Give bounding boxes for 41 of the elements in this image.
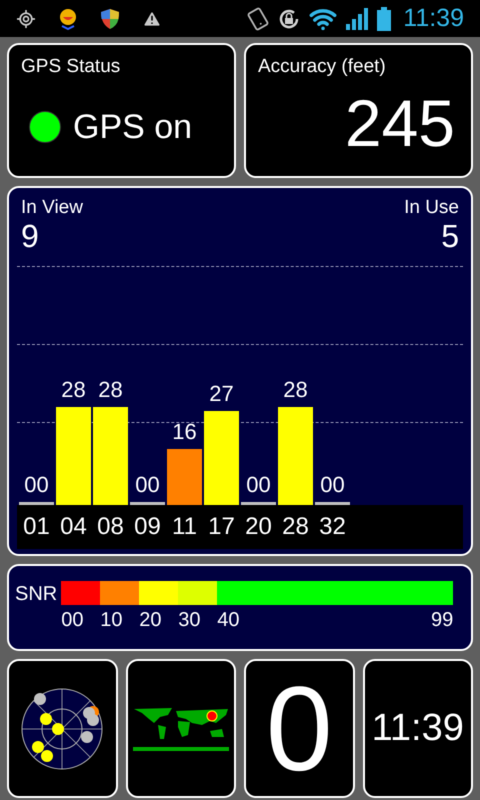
snr-value: 00 [246, 474, 271, 496]
satellite-id: 11 [171, 512, 198, 542]
satellite-id: 04 [59, 512, 88, 542]
snr-value: 00 [135, 474, 160, 496]
in-view-count: 9 [21, 220, 40, 252]
clock-time: 11:39 [372, 706, 464, 751]
satellite-id: 32 [318, 512, 347, 542]
snr-value: 28 [61, 379, 86, 401]
count-value: 0 [266, 668, 333, 788]
snr-value: 00 [24, 474, 49, 496]
satellite-id: 17 [207, 512, 236, 542]
status-time: 11:39 [403, 2, 464, 34]
satellite-id: 08 [96, 512, 125, 542]
snr-value: 27 [209, 382, 234, 404]
shield-icon [100, 8, 120, 30]
accuracy-value: 245 [344, 90, 455, 156]
satellite-id: 20 [244, 512, 273, 542]
snr-scale-label: 10 [100, 609, 122, 631]
snr-value: 00 [320, 474, 345, 496]
in-view-label: In View [21, 196, 83, 220]
gps-icon [16, 8, 36, 28]
satellite-id: 09 [133, 512, 162, 542]
battery-icon [377, 6, 392, 30]
snr-value: 28 [283, 379, 308, 401]
accuracy-title: Accuracy (feet) [258, 55, 387, 79]
satellite-id: 01 [22, 512, 51, 542]
snr-value: 16 [172, 421, 197, 443]
gps-status-text: GPS on [73, 106, 192, 148]
gps-status-title: GPS Status [21, 55, 122, 79]
snr-label: SNR [15, 584, 58, 604]
snr-scale-label: 20 [139, 609, 162, 631]
satellite-id: 28 [281, 512, 310, 542]
snr-scale-label: 40 [217, 610, 240, 633]
snr-value: 28 [98, 379, 123, 401]
snr-scale-end-label: 99 [430, 610, 454, 633]
snr-scale-label: 30 [178, 609, 200, 631]
snr-scale-label: 00 [61, 609, 84, 631]
in-use-label: In Use [404, 196, 459, 220]
in-use-count: 5 [441, 220, 459, 252]
smiley-icon [58, 8, 78, 30]
signal-icon [345, 8, 370, 30]
